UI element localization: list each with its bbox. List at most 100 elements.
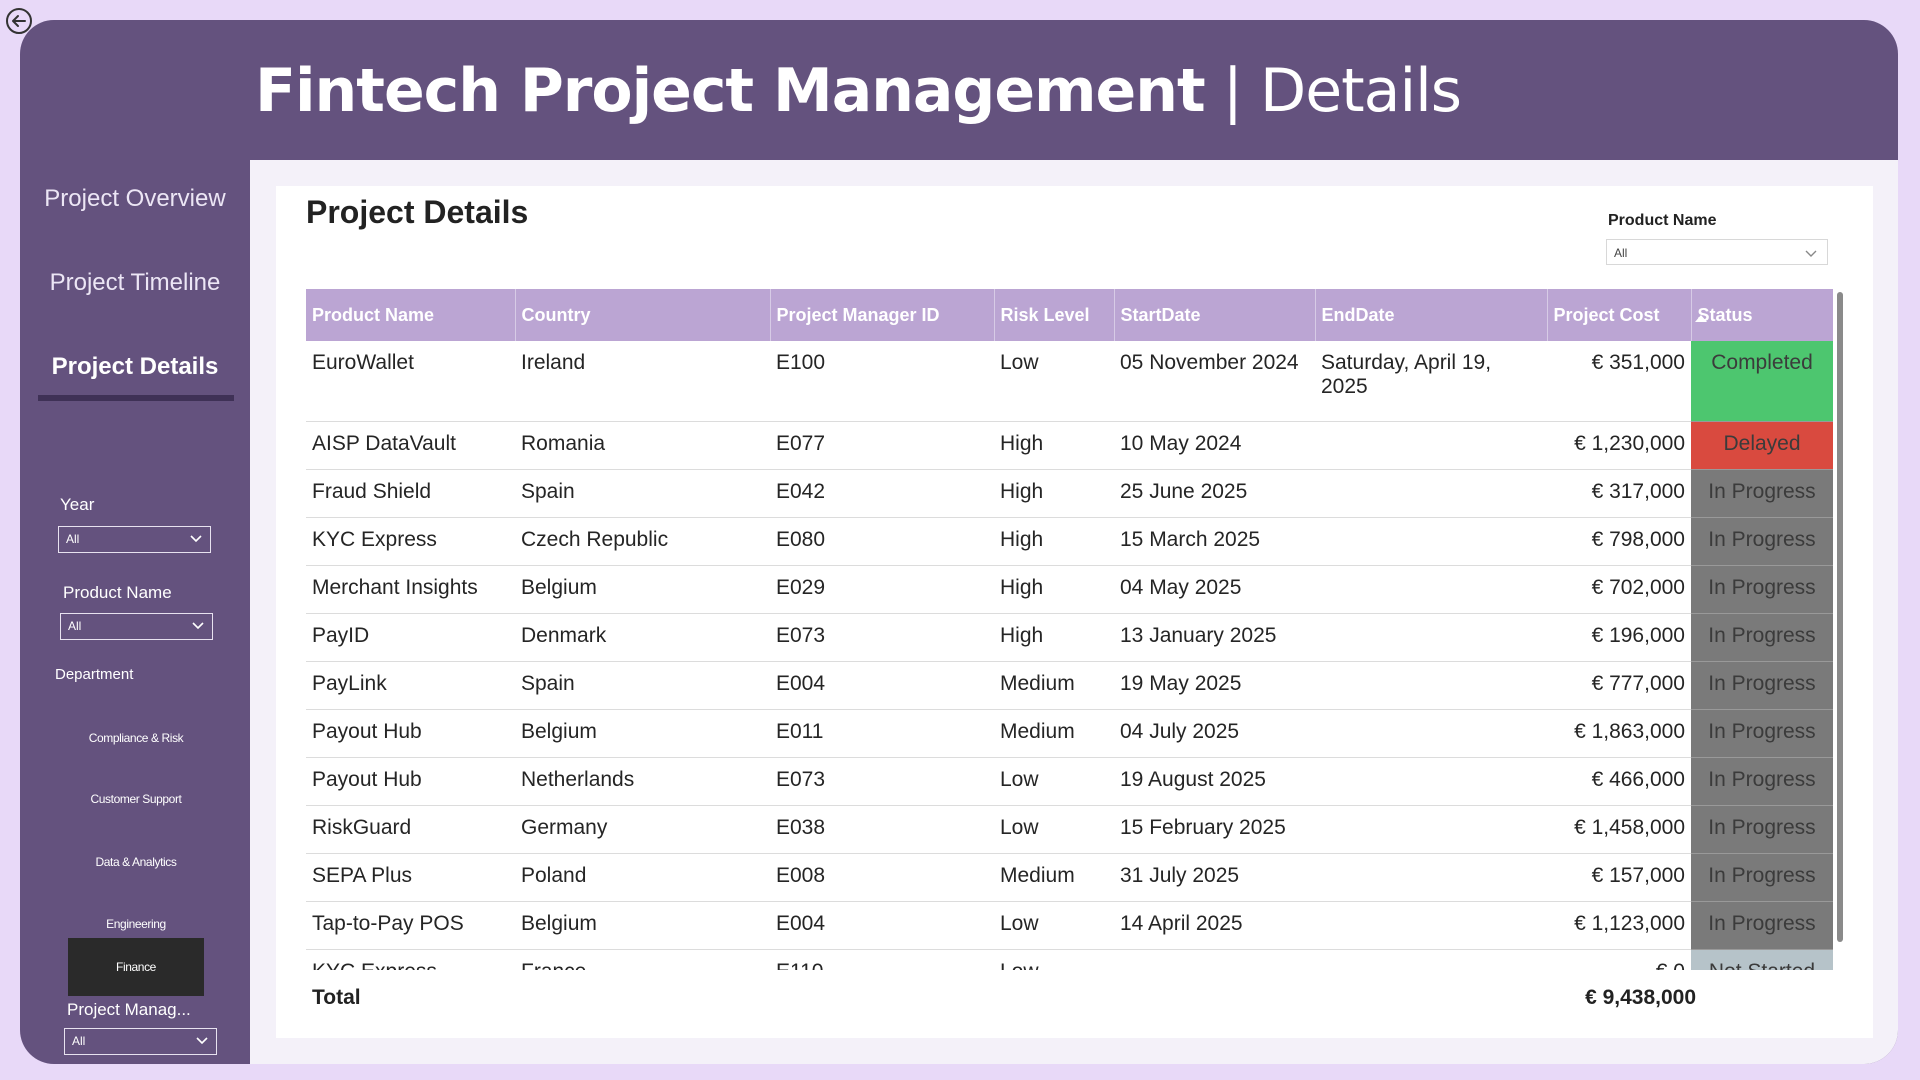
column-header-product-name[interactable]: Product Name xyxy=(306,289,515,341)
column-header-risk-level[interactable]: Risk Level xyxy=(993,289,1114,341)
table-row[interactable]: RiskGuard Germany E038 Low 15 February 2025 €… xyxy=(306,805,1833,854)
cell-enddate xyxy=(1315,757,1547,806)
year-value: All xyxy=(66,532,80,546)
cell-status: In Progress xyxy=(1691,853,1833,902)
cell-country: Belgium xyxy=(515,565,770,614)
chevron-down-icon xyxy=(192,622,204,630)
cell-enddate xyxy=(1315,565,1547,614)
table-header-row: Product Name Country Project Manager ID … xyxy=(306,289,1833,341)
table-row[interactable]: Payout Hub Netherlands E073 Low 19 August 20… xyxy=(306,757,1833,806)
cell-startdate: 04 July 2025 xyxy=(1114,709,1315,758)
cell-risk-level: Medium xyxy=(994,709,1114,758)
cell-country: Belgium xyxy=(515,709,770,758)
cell-project-cost: € 1,458,000 xyxy=(1547,805,1691,854)
project-table: Product Name Country Project Manager ID … xyxy=(306,289,1833,970)
column-header-enddate[interactable]: EndDate xyxy=(1314,289,1547,341)
cell-status: In Progress xyxy=(1691,805,1833,854)
card-title: Project Details xyxy=(306,194,529,230)
cell-project-manager-id: E073 xyxy=(770,613,994,662)
department-option-finance[interactable]: Finance xyxy=(68,938,204,996)
cell-enddate: Saturday, April 19, 2025 xyxy=(1315,341,1547,422)
report-frame: Fintech Project Management | Details Pro… xyxy=(20,20,1898,1064)
cell-product-name: KYC Express xyxy=(306,517,515,566)
cell-enddate xyxy=(1315,949,1547,970)
table-scrollbar[interactable] xyxy=(1837,292,1843,942)
cell-project-cost: € 1,230,000 xyxy=(1547,421,1691,470)
table-row[interactable]: Payout Hub Belgium E011 Medium 04 July 2025 €… xyxy=(306,709,1833,758)
department-option-data-analytics[interactable]: Data & Analytics xyxy=(68,838,204,886)
column-header-status[interactable]: Status xyxy=(1690,289,1833,341)
cell-country: Denmark xyxy=(515,613,770,662)
cell-status: In Progress xyxy=(1691,517,1833,566)
table-row[interactable]: Fraud Shield Spain E042 High 25 June 2025 € 3… xyxy=(306,469,1833,518)
cell-enddate xyxy=(1315,901,1547,950)
cell-status: Not Started xyxy=(1691,949,1833,970)
cell-risk-level: Low xyxy=(994,949,1114,970)
table-row[interactable]: AISP DataVault Romania E077 High 10 May 2024… xyxy=(306,421,1833,470)
nav-project-details[interactable]: Project Details xyxy=(20,353,250,381)
cell-product-name: EuroWallet xyxy=(306,341,515,422)
table-row[interactable]: PayID Denmark E073 High 13 January 2025 € 196… xyxy=(306,613,1833,662)
nav-project-overview[interactable]: Project Overview xyxy=(20,185,250,213)
cell-project-manager-id: E100 xyxy=(770,341,994,422)
cell-project-cost: € 196,000 xyxy=(1547,613,1691,662)
cell-enddate xyxy=(1315,805,1547,854)
cell-startdate: 14 April 2025 xyxy=(1114,901,1315,950)
cell-risk-level: Low xyxy=(994,805,1114,854)
cell-product-name: Tap-to-Pay POS xyxy=(306,901,515,950)
table-row[interactable]: PayLink Spain E004 Medium 19 May 2025 € 777,0… xyxy=(306,661,1833,710)
year-label: Year xyxy=(60,495,95,514)
cell-product-name: Fraud Shield xyxy=(306,469,515,518)
card-product-name-label: Product Name xyxy=(1608,212,1717,229)
cell-project-cost: € 777,000 xyxy=(1547,661,1691,710)
cell-country: Ireland xyxy=(515,341,770,422)
department-option-compliance-risk[interactable]: Compliance & Risk xyxy=(68,714,204,762)
table-row[interactable]: Tap-to-Pay POS Belgium E004 Low 14 April 202… xyxy=(306,901,1833,950)
cell-product-name: RiskGuard xyxy=(306,805,515,854)
column-header-country[interactable]: Country xyxy=(514,289,770,341)
project-manager-dropdown[interactable]: All xyxy=(64,1028,217,1055)
cell-project-cost: € 0 xyxy=(1547,949,1691,970)
cell-startdate: 10 May 2024 xyxy=(1114,421,1315,470)
cell-enddate xyxy=(1315,613,1547,662)
cell-startdate: 25 June 2025 xyxy=(1114,469,1315,518)
page-title: Fintech Project Management | Details xyxy=(255,56,1462,126)
column-header-project-manager-id[interactable]: Project Manager ID xyxy=(769,289,994,341)
cell-project-manager-id: E011 xyxy=(770,709,994,758)
table-row[interactable]: SEPA Plus Poland E008 Medium 31 July 2025 € 1… xyxy=(306,853,1833,902)
table-row[interactable]: KYC ExpressFranceE110Low € 0Not Started xyxy=(306,949,1833,970)
product-name-dropdown[interactable]: All xyxy=(60,613,213,640)
cell-project-cost: € 157,000 xyxy=(1547,853,1691,902)
cell-enddate xyxy=(1315,469,1547,518)
cell-product-name: AISP DataVault xyxy=(306,421,515,470)
project-table-container: Product Name Country Project Manager ID … xyxy=(306,289,1833,970)
table-row[interactable]: Merchant Insights Belgium E029 High 04 May 2… xyxy=(306,565,1833,614)
year-dropdown[interactable]: All xyxy=(58,526,211,553)
total-value: € 9,438,000 xyxy=(1585,986,1696,1009)
cell-risk-level: Low xyxy=(994,757,1114,806)
cell-project-manager-id: E004 xyxy=(770,661,994,710)
cell-status: In Progress xyxy=(1691,613,1833,662)
cell-country: Netherlands xyxy=(515,757,770,806)
cell-startdate: 19 August 2025 xyxy=(1114,757,1315,806)
cell-country: Poland xyxy=(515,853,770,902)
table-row[interactable]: KYC Express Czech Republic E080 High 15 Marc… xyxy=(306,517,1833,566)
cell-product-name: KYC Express xyxy=(306,949,515,970)
project-manager-label: Project Manag... xyxy=(67,1000,191,1019)
card-product-name-dropdown[interactable]: All xyxy=(1606,239,1828,265)
cell-status: Delayed xyxy=(1691,421,1833,470)
chevron-down-icon xyxy=(1805,250,1817,257)
cell-risk-level: High xyxy=(994,469,1114,518)
cell-startdate: 15 March 2025 xyxy=(1114,517,1315,566)
department-option-customer-support[interactable]: Customer Support xyxy=(68,775,204,823)
nav-active-indicator xyxy=(38,395,234,401)
cell-product-name: Merchant Insights xyxy=(306,565,515,614)
cell-startdate: 04 May 2025 xyxy=(1114,565,1315,614)
nav-project-timeline[interactable]: Project Timeline xyxy=(20,269,250,297)
card-product-name-value: All xyxy=(1614,246,1628,260)
page-title-sub: Details xyxy=(1260,56,1462,126)
content-panel: Project Details Product Name All Product… xyxy=(250,160,1898,1064)
column-header-project-cost[interactable]: Project Cost xyxy=(1546,289,1691,341)
column-header-startdate[interactable]: StartDate xyxy=(1113,289,1315,341)
table-row[interactable]: EuroWallet Ireland E100 Low 05 November 2024… xyxy=(306,341,1833,422)
